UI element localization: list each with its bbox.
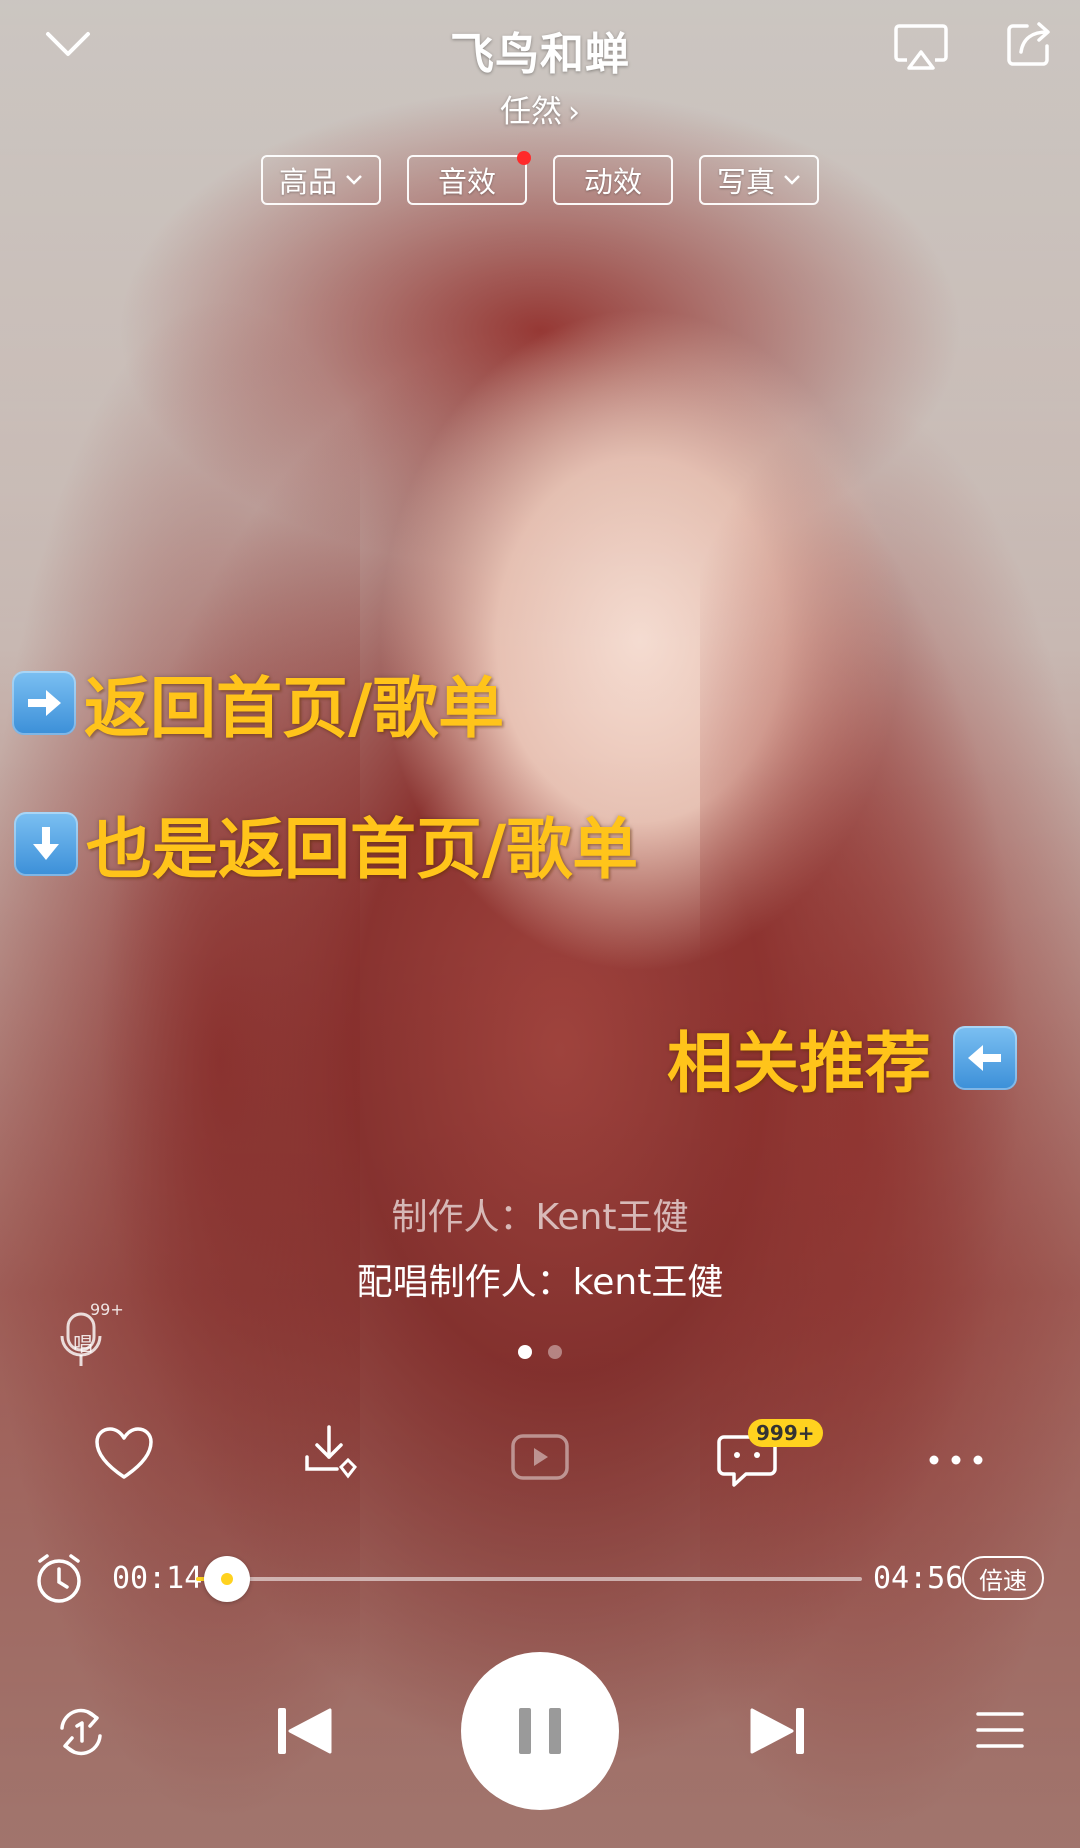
- pause-button[interactable]: [461, 1652, 619, 1810]
- chip-label: 音效: [437, 165, 496, 199]
- annotation-back-home: 返回首页/歌单: [12, 655, 504, 751]
- arrow-right-emoji-icon: [12, 671, 76, 735]
- comment-count-badge: 999+: [748, 1419, 823, 1447]
- speed-label: 倍速: [979, 1566, 1027, 1595]
- share-icon[interactable]: [1003, 20, 1053, 70]
- annotation-recommend: 相关推荐: [667, 1010, 1017, 1106]
- elapsed-time: 00:14: [112, 1561, 203, 1596]
- chevron-down-icon: [346, 175, 362, 185]
- progress-knob[interactable]: [204, 1556, 250, 1602]
- credit-vocal-producer: 配唱制作人：kent王健: [356, 1262, 724, 1303]
- credit-producer: 制作人：Kent王健: [391, 1197, 689, 1238]
- page-dot-active: [518, 1345, 532, 1359]
- artist-link[interactable]: 任然 ›: [0, 86, 1080, 131]
- quality-chip[interactable]: 高品: [261, 155, 381, 205]
- arrow-down-emoji-icon: [14, 812, 78, 876]
- sing-button[interactable]: 唱 99+: [54, 1300, 124, 1370]
- arrow-left-emoji-icon: [953, 1026, 1017, 1090]
- action-row: 999+: [0, 1419, 1080, 1525]
- progress-track[interactable]: [196, 1577, 862, 1581]
- annotation-text: 相关推荐: [667, 1025, 931, 1102]
- cast-icon[interactable]: [893, 22, 949, 72]
- chip-label: 动效: [583, 165, 642, 199]
- annotation-text: 返回首页/歌单: [84, 670, 505, 747]
- speed-button[interactable]: 倍速: [962, 1556, 1044, 1600]
- chevron-right-icon: ›: [568, 95, 580, 130]
- chip-label: 写真: [716, 165, 775, 199]
- previous-icon[interactable]: [276, 1705, 334, 1761]
- annotation-text: 也是返回首页/歌单: [86, 811, 639, 888]
- new-dot-badge: [517, 151, 531, 165]
- artist-name: 任然: [500, 94, 562, 130]
- timer-icon[interactable]: [34, 1553, 84, 1609]
- photo-chip[interactable]: 写真: [699, 155, 819, 205]
- sound-effect-chip[interactable]: 音效: [407, 151, 531, 205]
- more-icon[interactable]: [928, 1451, 984, 1470]
- chip-label: 高品: [278, 165, 337, 199]
- pause-icon-bar: [549, 1708, 561, 1754]
- annotation-also-back-home: 也是返回首页/歌单: [14, 796, 638, 892]
- pause-icon: [519, 1708, 531, 1754]
- page-dot: [548, 1345, 562, 1359]
- repeat-one-icon[interactable]: [52, 1706, 110, 1762]
- chevron-down-icon: [784, 175, 800, 185]
- animation-chip[interactable]: 动效: [553, 155, 673, 205]
- next-icon[interactable]: [748, 1705, 806, 1761]
- total-time: 04:56: [873, 1561, 964, 1596]
- page-indicator: [0, 1345, 1080, 1359]
- download-icon[interactable]: [303, 1425, 367, 1487]
- sing-count-badge: 99+: [90, 1300, 124, 1319]
- playlist-icon[interactable]: [976, 1708, 1024, 1756]
- heart-icon[interactable]: [94, 1427, 154, 1485]
- video-icon[interactable]: [510, 1433, 570, 1485]
